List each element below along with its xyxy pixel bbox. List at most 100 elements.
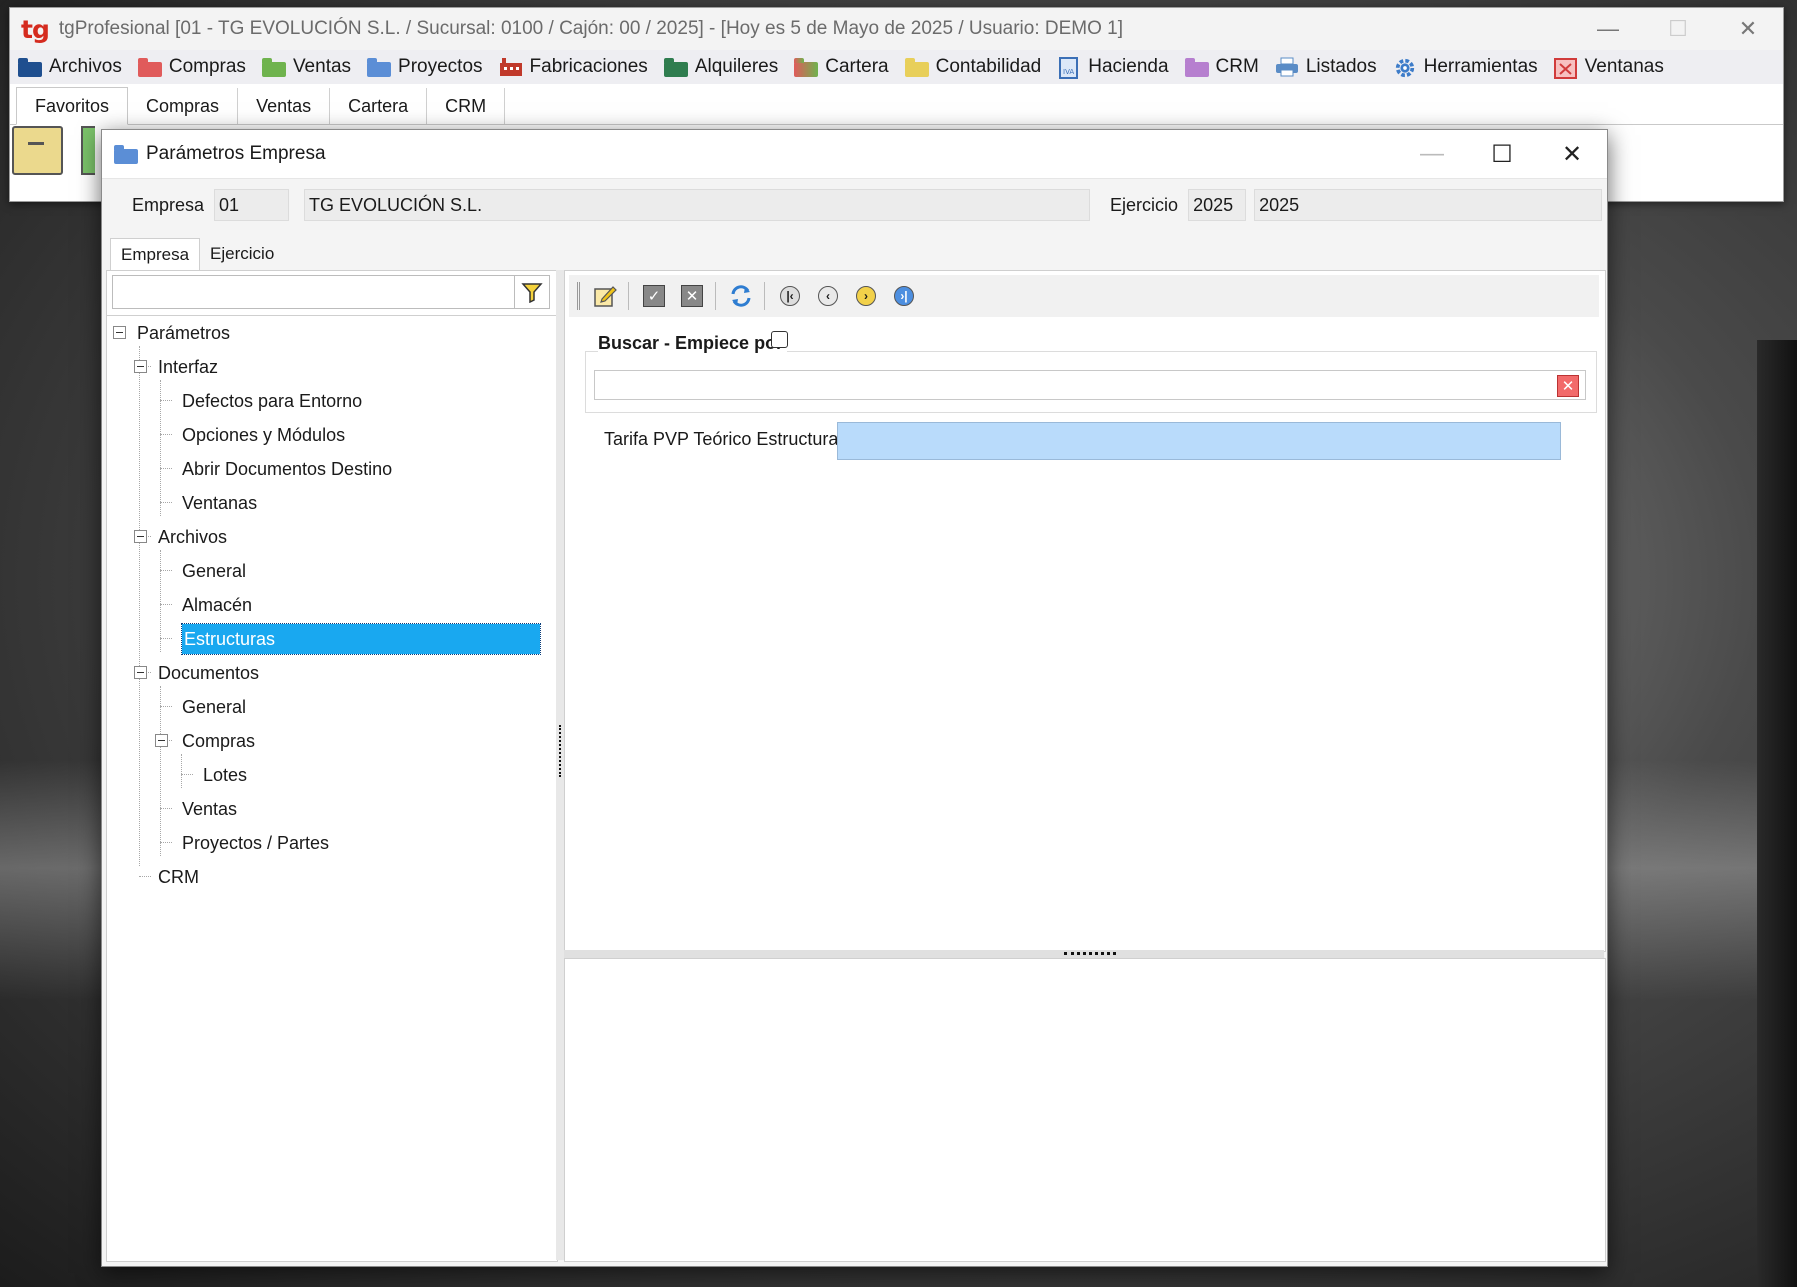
first-icon: |‹ <box>780 286 800 306</box>
tree-node-proyectos[interactable]: Proyectos / Partes <box>182 826 329 860</box>
tab-cartera[interactable]: Cartera <box>330 88 428 124</box>
menu-ventanas[interactable]: Ventanas <box>1553 56 1664 79</box>
record-toolbar: ✓ ✕ |‹ ‹ › ›| <box>569 275 1599 317</box>
dialog-title-bar: Parámetros Empresa — ☐ ✕ <box>102 130 1607 179</box>
next-record-button[interactable]: › <box>851 281 881 311</box>
splitter-grip-horizontal <box>1064 952 1116 957</box>
splitter-grip <box>559 725 563 777</box>
folder-multicolor-icon <box>794 57 819 77</box>
tree-node-archivos-general[interactable]: General <box>182 554 246 588</box>
tree-node-almacen[interactable]: Almacén <box>182 588 252 622</box>
cancel-button[interactable]: ✕ <box>677 281 707 311</box>
tab-compras[interactable]: Compras <box>128 88 239 124</box>
search-input[interactable]: ✕ <box>594 370 1586 400</box>
tree-node-documentos-ventas[interactable]: Ventas <box>182 792 237 826</box>
empresa-code-field: 01 <box>214 189 290 221</box>
dialog-close-button[interactable]: ✕ <box>1537 130 1607 178</box>
tree-node-estructuras[interactable]: Estructuras <box>181 622 542 656</box>
folder-green-icon <box>261 57 286 77</box>
folder-yellow-icon <box>904 57 929 77</box>
folder-red-icon <box>137 57 162 77</box>
close-button[interactable]: ✕ <box>1713 8 1783 50</box>
tree-node-defectos[interactable]: Defectos para Entorno <box>182 384 362 418</box>
menu-hacienda[interactable]: IVA Hacienda <box>1057 56 1169 79</box>
tree-node-documentos[interactable]: Documentos <box>158 656 259 690</box>
tree-node-documentos-general[interactable]: General <box>182 690 246 724</box>
accept-button[interactable]: ✓ <box>639 281 669 311</box>
last-record-button[interactable]: ›| <box>889 281 919 311</box>
maximize-button[interactable]: ☐ <box>1643 8 1713 50</box>
collapse-compras-icon[interactable] <box>155 734 168 747</box>
collapse-parametros-icon[interactable] <box>113 326 126 339</box>
menu-alquileres[interactable]: Alquileres <box>663 56 778 78</box>
app-logo: tg <box>21 14 50 44</box>
dialog-tabs: Empresa Ejercicio <box>110 238 284 272</box>
tree-panel: Parámetros Interfaz Defectos para Entorn… <box>106 270 558 1262</box>
tree-node-parametros[interactable]: Parámetros <box>137 316 230 350</box>
tab-empresa[interactable]: Empresa <box>110 238 201 272</box>
archive-box-icon[interactable] <box>12 126 63 175</box>
filter-icon[interactable] <box>514 276 549 308</box>
printer-icon <box>1275 57 1299 77</box>
tab-ejercicio[interactable]: Ejercicio <box>200 238 284 272</box>
check-icon: ✓ <box>643 285 665 307</box>
menu-herramientas[interactable]: Herramientas <box>1393 56 1538 78</box>
horizontal-splitter[interactable] <box>564 950 1604 958</box>
cancel-icon: ✕ <box>681 285 703 307</box>
tree-node-compras[interactable]: Compras <box>182 724 255 758</box>
starts-with-checkbox[interactable] <box>771 331 788 348</box>
tree-node-archivos[interactable]: Archivos <box>158 520 227 554</box>
tree-node-lotes[interactable]: Lotes <box>203 758 247 792</box>
title-bar: tg tgProfesional [01 - TG EVOLUCIÓN S.L.… <box>10 8 1783 50</box>
tree-node-ventanas[interactable]: Ventanas <box>182 486 257 520</box>
bottom-panel <box>564 958 1606 1262</box>
dialog-title: Parámetros Empresa <box>146 143 326 164</box>
menu-contabilidad[interactable]: Contabilidad <box>904 56 1041 78</box>
tree-filter-input[interactable] <box>112 275 550 309</box>
ribbon-green-icon[interactable] <box>81 126 95 175</box>
ejercicio-name-field: 2025 <box>1254 189 1603 221</box>
edit-button[interactable] <box>590 281 620 311</box>
menu-ventas[interactable]: Ventas <box>261 56 351 78</box>
menu-proyectos[interactable]: Proyectos <box>367 56 483 78</box>
folder-dark-green-icon <box>663 57 688 77</box>
menu-bar: Archivos Compras Ventas Proyectos Fabric… <box>10 50 1783 84</box>
collapse-archivos-icon[interactable] <box>134 530 147 543</box>
close-window-icon <box>1553 57 1578 79</box>
clear-search-icon[interactable]: ✕ <box>1557 375 1579 397</box>
tree-node-abrir-documentos[interactable]: Abrir Documentos Destino <box>182 452 392 486</box>
previous-icon: ‹ <box>818 286 838 306</box>
search-label: Buscar - Empiece por <box>598 333 788 354</box>
menu-fabricaciones[interactable]: Fabricaciones <box>499 56 648 78</box>
refresh-button[interactable] <box>726 281 756 311</box>
collapse-documentos-icon[interactable] <box>134 666 147 679</box>
tarifa-field[interactable] <box>837 422 1561 460</box>
menu-crm[interactable]: CRM <box>1184 56 1259 78</box>
menu-listados[interactable]: Listados <box>1275 56 1377 78</box>
tree-node-crm[interactable]: CRM <box>158 860 199 894</box>
folder-blue-icon <box>367 57 392 77</box>
tab-favoritos[interactable]: Favoritos <box>16 87 129 125</box>
detail-panel: ✓ ✕ |‹ ‹ › ›| ✕ Buscar - Empiece por Tar… <box>564 270 1606 952</box>
menu-archivos[interactable]: Archivos <box>18 56 122 78</box>
vertical-splitter[interactable] <box>556 270 564 1260</box>
menu-compras[interactable]: Compras <box>137 56 246 78</box>
ejercicio-label: Ejercicio <box>1110 194 1179 215</box>
minimize-button[interactable]: — <box>1573 8 1643 50</box>
first-record-button[interactable]: |‹ <box>775 281 805 311</box>
last-icon: ›| <box>894 286 914 306</box>
parametros-empresa-dialog: Parámetros Empresa — ☐ ✕ Empresa 01 TG E… <box>101 129 1608 1267</box>
tab-crm[interactable]: CRM <box>427 88 506 124</box>
tree-node-opciones[interactable]: Opciones y Módulos <box>182 418 345 452</box>
dialog-maximize-button[interactable]: ☐ <box>1467 130 1537 178</box>
ribbon-tabs: Favoritos Compras Ventas Cartera CRM <box>10 84 1783 125</box>
tab-ventas[interactable]: Ventas <box>238 88 331 124</box>
folder-blue-icon <box>18 57 42 77</box>
tree-node-interfaz[interactable]: Interfaz <box>158 350 218 384</box>
previous-record-button[interactable]: ‹ <box>813 281 843 311</box>
collapse-interfaz-icon[interactable] <box>134 360 147 373</box>
dialog-minimize-button[interactable]: — <box>1397 130 1467 178</box>
folder-open-icon <box>114 144 138 164</box>
company-header: Empresa 01 TG EVOLUCIÓN S.L. Ejercicio 2… <box>102 182 1607 228</box>
menu-cartera[interactable]: Cartera <box>794 56 889 78</box>
